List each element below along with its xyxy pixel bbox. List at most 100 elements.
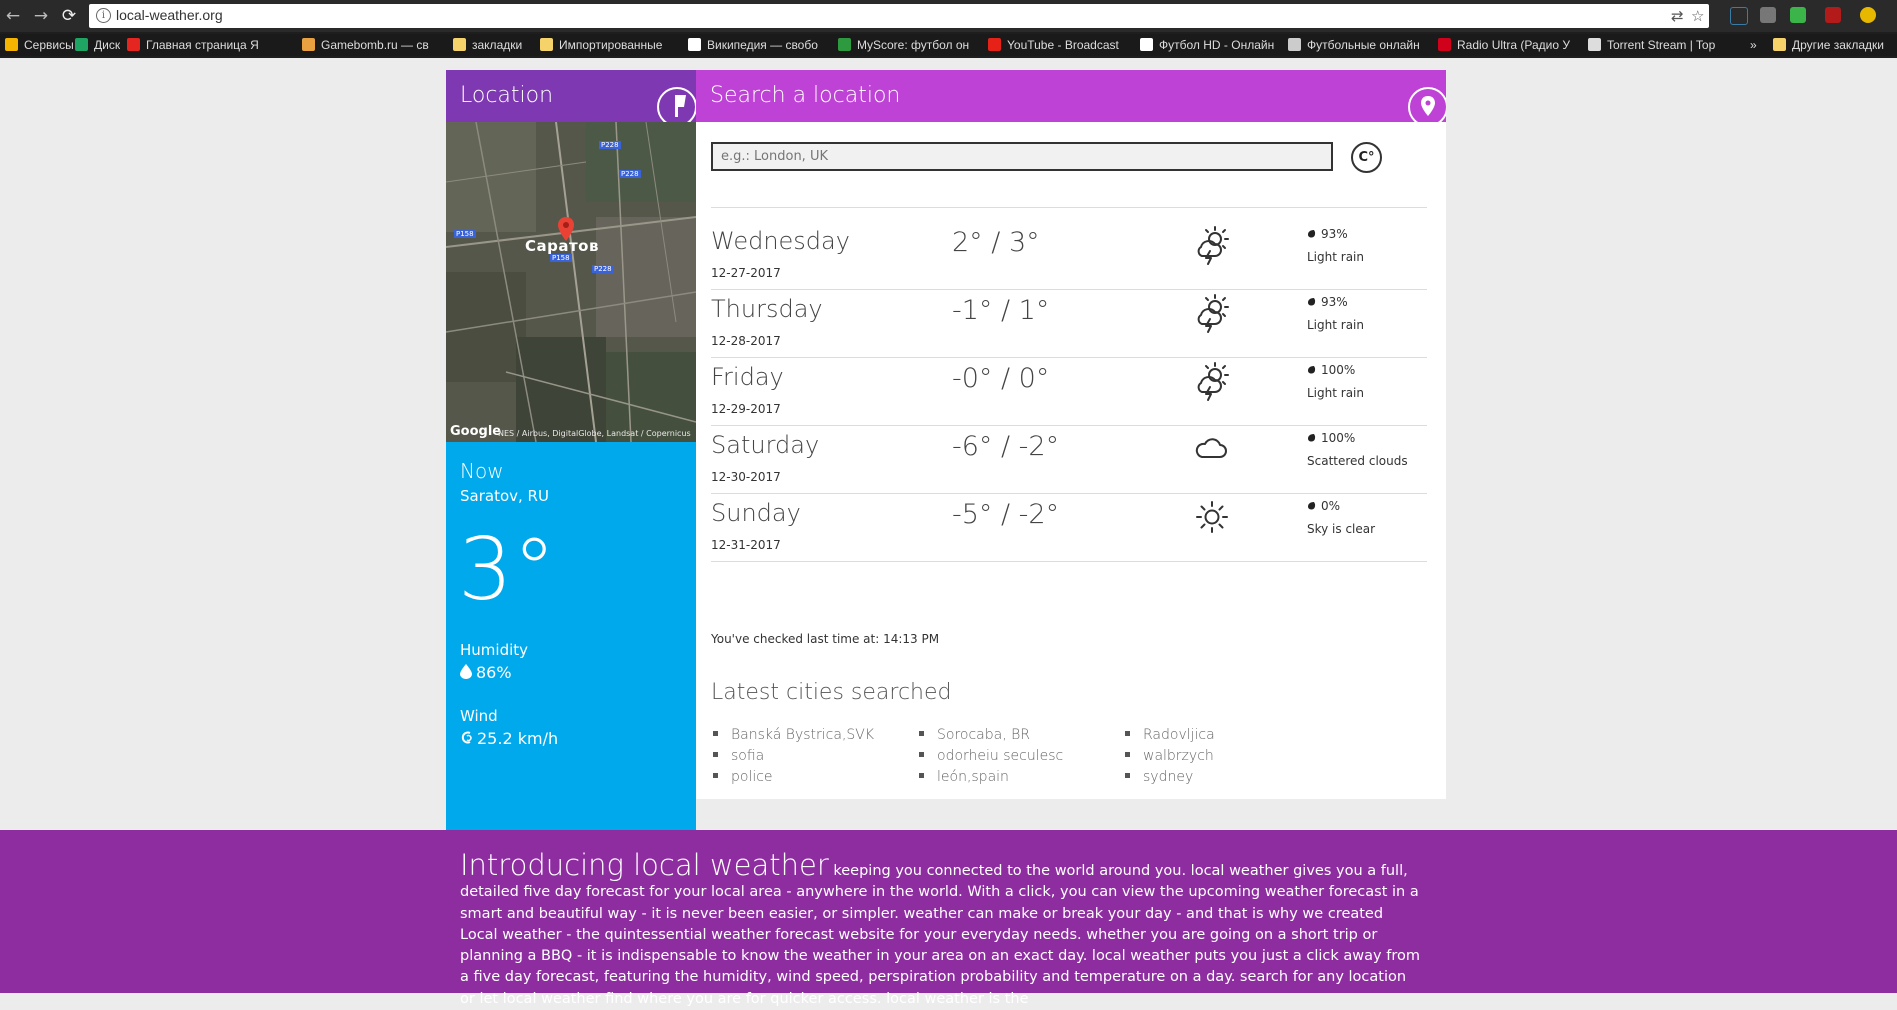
extension-icon[interactable]	[1860, 7, 1876, 23]
bullet	[919, 731, 924, 736]
bookmark-favicon-icon	[127, 38, 140, 51]
forward-button[interactable]: →	[30, 5, 52, 27]
forecast-humidity: 93%	[1307, 295, 1348, 309]
bookmark-item[interactable]: Главная страница Я	[127, 37, 259, 53]
bookmark-favicon-icon	[540, 38, 553, 51]
translate-icon[interactable]: ⇄	[1671, 7, 1684, 25]
current-city: Saratov, RU	[460, 487, 549, 505]
bookmark-item[interactable]: Radio Ultra (Радио У	[1438, 37, 1570, 53]
latest-city-name: sofia	[731, 748, 765, 764]
forecast-description: Light rain	[1307, 386, 1364, 400]
bullet	[713, 773, 718, 778]
latest-city-name: Sorocaba, BR	[937, 727, 1031, 743]
bookmark-label: закладки	[472, 38, 523, 52]
forecast-temperature: 2° / 3°	[952, 227, 1040, 258]
latest-city-item[interactable]: león,spain	[919, 769, 1009, 785]
latest-city-item[interactable]: odorheiu seculesc	[919, 748, 1063, 764]
bookmark-item[interactable]: закладки	[453, 37, 522, 53]
extension-shield-icon[interactable]	[1790, 7, 1806, 23]
current-temperature: 3°	[458, 520, 556, 620]
extension-icon[interactable]	[1730, 7, 1748, 25]
map-road-label: P228	[599, 141, 621, 149]
location-map[interactable]: P228 P228 P158 P158 P228 Саратов Google …	[446, 122, 696, 442]
ublock-icon[interactable]	[1825, 7, 1841, 23]
location-column: Location P228 P228 P158 P158 P228 Сарато…	[446, 70, 696, 869]
location-header: Location	[446, 70, 696, 122]
humidity-drop-icon	[1308, 502, 1316, 510]
sun-cloud-lightning-icon	[1191, 292, 1233, 334]
forecast-day-name: Wednesday	[711, 227, 850, 255]
latest-city-item[interactable]: walbrzych	[1125, 748, 1214, 764]
divider	[711, 561, 1427, 562]
intro-heading: Introducing local weather	[460, 848, 829, 882]
bookmark-favicon-icon	[688, 38, 701, 51]
bookmark-label: MyScore: футбол он	[857, 38, 970, 52]
search-location-input[interactable]	[711, 142, 1333, 171]
forecast-description: Light rain	[1307, 318, 1364, 332]
bullet	[1125, 752, 1130, 757]
forecast-humidity-value: 100%	[1321, 363, 1356, 377]
back-button[interactable]: ←	[2, 5, 24, 27]
site-info-icon[interactable]: i	[96, 8, 111, 23]
wind-value: 25.2 km/h	[477, 729, 559, 748]
bullet	[919, 752, 924, 757]
latest-city-item[interactable]: Banská Bystrica,SVK	[713, 727, 874, 743]
latest-city-name: sydney	[1143, 769, 1194, 785]
bookmark-item[interactable]: Импортированные	[540, 37, 662, 53]
bookmark-item[interactable]: YouTube - Broadcast	[988, 37, 1119, 53]
bookmark-item[interactable]: Википедия — свобо	[688, 37, 818, 53]
address-bar[interactable]: i local-weather.org ⇄ ☆	[89, 4, 1709, 28]
unit-toggle-button[interactable]: C°	[1351, 142, 1382, 173]
geolocate-button[interactable]	[1406, 85, 1446, 122]
latest-city-item[interactable]: sofia	[713, 748, 764, 764]
latest-cities-title: Latest cities searched	[711, 680, 952, 705]
bookmark-favicon-icon	[1140, 38, 1153, 51]
location-toggle-icon[interactable]	[655, 85, 696, 122]
forecast-humidity-value: 93%	[1321, 295, 1348, 309]
latest-city-item[interactable]: police	[713, 769, 773, 785]
bookmark-label: Главная страница Я	[146, 38, 259, 52]
bookmark-label: Сервисы	[24, 38, 74, 52]
bookmark-item[interactable]: MyScore: футбол он	[838, 37, 969, 53]
latest-city-item[interactable]: sydney	[1125, 769, 1193, 785]
search-header: Search a location	[696, 70, 1446, 122]
bookmark-item[interactable]: Другие закладки	[1773, 37, 1884, 53]
browser-toolbar: ← → ⟳ i local-weather.org ⇄ ☆	[0, 0, 1897, 32]
address-url: local-weather.org	[116, 7, 223, 23]
bookmark-item[interactable]: »	[1750, 37, 1757, 53]
bookmark-item[interactable]: Футбол HD - Онлайн	[1140, 37, 1274, 53]
humidity-label: Humidity	[460, 641, 529, 659]
bookmark-item[interactable]: Сервисы	[5, 37, 74, 53]
forecast-humidity: 0%	[1307, 499, 1340, 513]
bookmark-item[interactable]: Torrent Stream | Top	[1588, 37, 1715, 53]
bookmark-favicon-icon	[838, 38, 851, 51]
forecast-humidity-value: 0%	[1321, 499, 1341, 513]
bookmark-item[interactable]: Футбольные онлайн	[1288, 37, 1420, 53]
latest-city-name: walbrzych	[1143, 748, 1214, 764]
forecast-temperature: -5° / -2°	[952, 499, 1060, 530]
forecast-row: Sunday 12-31-2017 -5° / -2° Sky is clear 0%	[711, 480, 1427, 562]
extension-icon[interactable]	[1760, 7, 1776, 23]
bookmark-label: Википедия — свобо	[707, 38, 818, 52]
bookmark-item[interactable]: Gamebomb.ru — св	[302, 37, 429, 53]
bookmark-item[interactable]: Диск	[75, 37, 120, 53]
bullet	[713, 752, 718, 757]
now-label: Now	[460, 459, 504, 483]
latest-city-item[interactable]: Radovljica	[1125, 727, 1215, 743]
bullet	[713, 731, 718, 736]
forecast-description: Light rain	[1307, 250, 1364, 264]
humidity-drop-icon	[1308, 434, 1316, 442]
google-logo: Google	[450, 424, 502, 439]
intro-paragraph: Introducing local weather keeping you co…	[460, 851, 1420, 1010]
forecast-description: Sky is clear	[1307, 522, 1376, 536]
latest-city-item[interactable]: Sorocaba, BR	[919, 727, 1030, 743]
map-road-label: P228	[619, 170, 641, 178]
humidity-drop-icon	[1308, 230, 1316, 238]
forecast-day-name: Sunday	[711, 499, 801, 527]
reload-button[interactable]: ⟳	[58, 5, 80, 27]
bookmark-star-icon[interactable]: ☆	[1691, 7, 1704, 25]
latest-city-name: police	[731, 769, 773, 785]
forecast-description: Scattered clouds	[1307, 454, 1408, 468]
last-checked-text: You've checked last time at: 14:13 PM	[711, 632, 940, 646]
bullet	[1125, 731, 1130, 736]
